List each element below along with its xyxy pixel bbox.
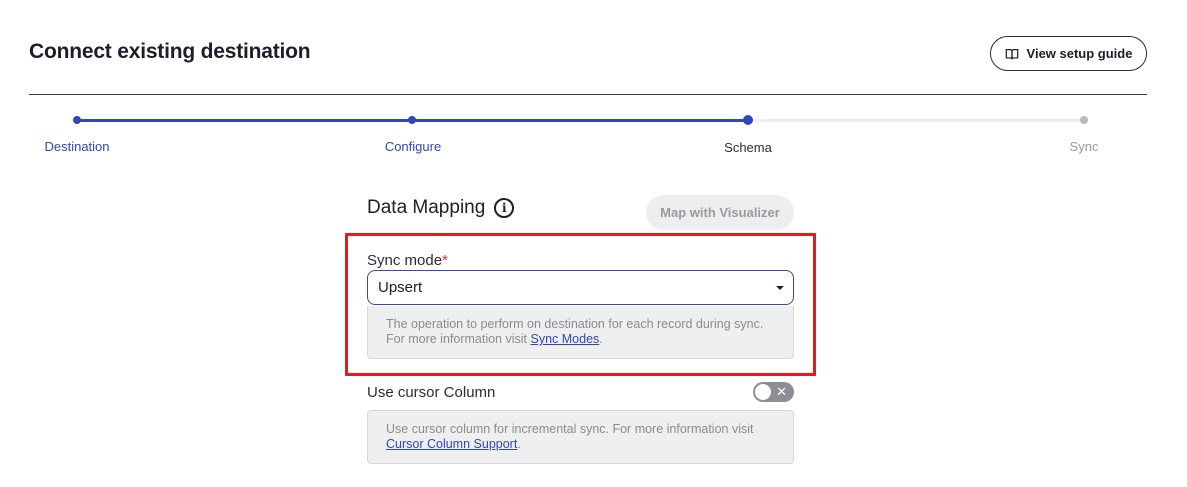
sync-mode-help-suffix: . (599, 332, 603, 346)
cursor-column-help: Use cursor column for incremental sync. … (367, 410, 794, 464)
view-setup-guide-label: View setup guide (1026, 46, 1133, 61)
cursor-help-text: Use cursor column for incremental sync. … (386, 422, 754, 436)
progress-stepper: Destination Configure Schema Sync (0, 110, 1187, 160)
use-cursor-column-toggle[interactable]: ✕ (753, 382, 794, 402)
toggle-off-icon: ✕ (776, 384, 787, 399)
sync-mode-help: The operation to perform on destination … (367, 306, 794, 359)
header-divider (29, 94, 1147, 95)
step-connector-3 (748, 119, 1084, 122)
data-mapping-title: Data Mapping (367, 197, 486, 218)
page-title: Connect existing destination (29, 40, 311, 63)
step-connector-2 (412, 119, 748, 122)
step-label-schema: Schema (724, 140, 772, 155)
toggle-knob (755, 384, 771, 400)
step-label-destination[interactable]: Destination (44, 139, 109, 154)
map-with-visualizer-button[interactable]: Map with Visualizer (646, 195, 794, 230)
sync-mode-label-text: Sync mode (367, 252, 443, 269)
step-dot-destination (73, 116, 81, 124)
step-dot-schema (743, 115, 753, 125)
sync-modes-link[interactable]: Sync Modes (530, 332, 599, 346)
step-dot-configure (408, 116, 416, 124)
step-dot-sync (1080, 116, 1088, 124)
sync-mode-select[interactable]: Upsert (367, 270, 794, 305)
required-asterisk: * (442, 252, 448, 269)
info-icon[interactable]: i (494, 198, 515, 218)
view-setup-guide-button[interactable]: View setup guide (990, 36, 1147, 71)
data-mapping-heading: Data Mapping i (367, 197, 515, 219)
use-cursor-column-label: Use cursor Column (367, 384, 496, 401)
step-connector-1 (77, 119, 412, 122)
dropdown-caret-icon (776, 286, 784, 290)
sync-mode-value: Upsert (378, 279, 423, 296)
cursor-help-suffix: . (517, 437, 521, 451)
step-label-configure[interactable]: Configure (385, 139, 441, 154)
book-icon (1005, 48, 1018, 59)
step-label-sync: Sync (1069, 139, 1099, 154)
sync-mode-label: Sync mode* (367, 252, 448, 269)
cursor-column-support-link[interactable]: Cursor Column Support (386, 437, 517, 451)
